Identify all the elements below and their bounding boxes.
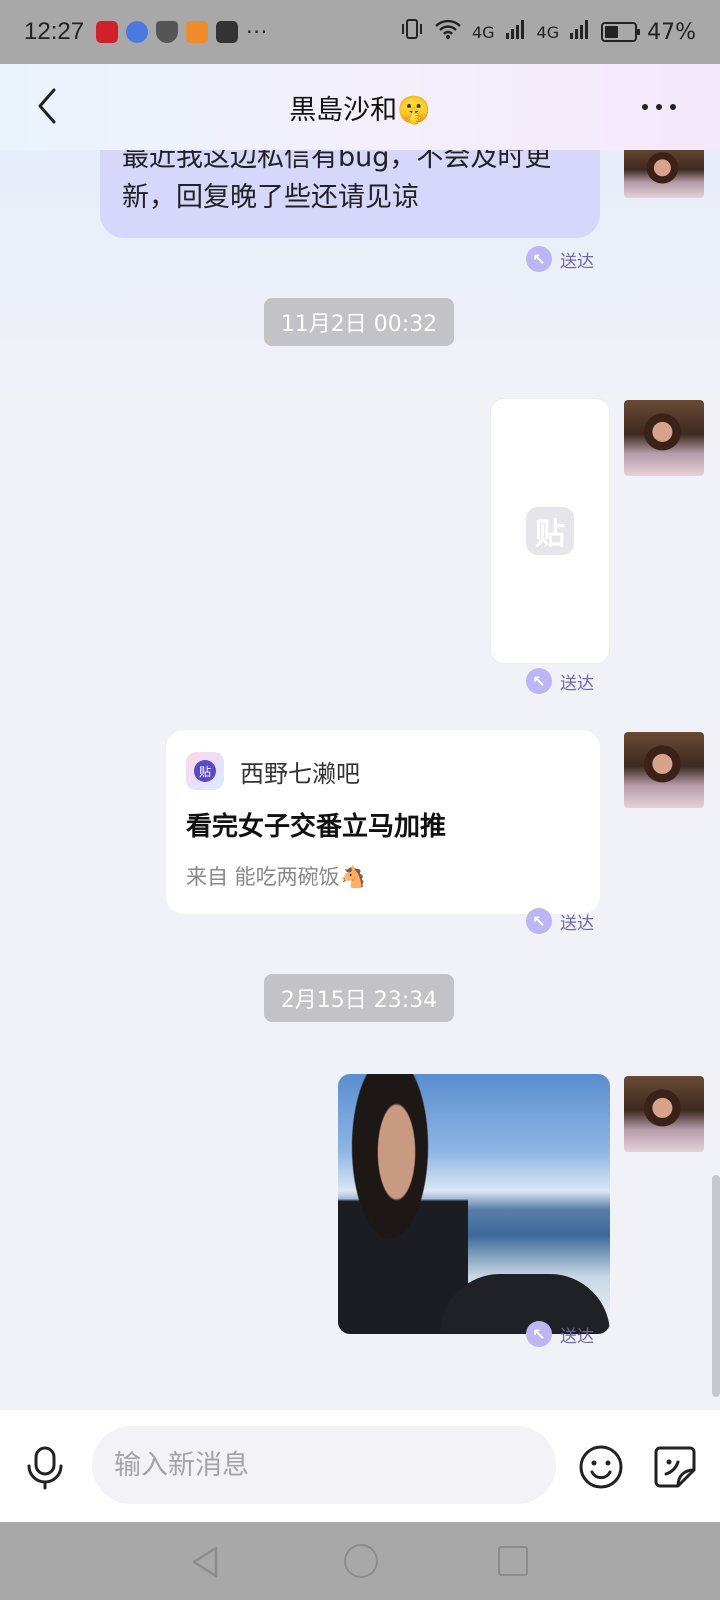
status-time: 12:27: [24, 18, 85, 45]
timestamp-divider: 2月15日 23:34: [264, 974, 454, 1022]
input-bar: [0, 1410, 720, 1522]
delivery-status: ↖ 送达: [526, 1321, 594, 1347]
chat-title: 黒島沙和🤫: [289, 94, 431, 126]
chevron-left-icon: [38, 88, 56, 124]
message-photo[interactable]: [338, 1074, 610, 1334]
voice-input-button[interactable]: [24, 1446, 66, 1490]
delivery-status: ↖ 送达: [526, 908, 594, 934]
dot-icon: [670, 104, 676, 110]
microphone-icon: [27, 1446, 63, 1490]
wifi-icon: [434, 18, 462, 46]
nav-home-button[interactable]: [344, 1544, 378, 1578]
nav-back-button[interactable]: [188, 1544, 222, 1580]
delivery-status-label: 送达: [560, 251, 594, 272]
avatar[interactable]: [624, 400, 704, 476]
delivery-status-label: 送达: [560, 1326, 594, 1347]
dot-icon: [656, 104, 662, 110]
triangle-back-icon: [192, 1546, 218, 1578]
avatar[interactable]: [624, 1076, 704, 1152]
emoji-button[interactable]: [578, 1444, 624, 1490]
shared-post-card[interactable]: 贴 西野七濑吧 看完女子交番立马加推 来自 能吃两碗饭🐴: [166, 730, 600, 914]
sent-arrow-icon: ↖: [526, 246, 552, 272]
mail-icon: [216, 21, 239, 43]
message-list[interactable]: 最近我这边私信有bug，不会及时更 新，回复晚了些还请见谅 ↖ 送达 11月2日…: [0, 150, 720, 1410]
vibrate-icon: [400, 18, 424, 46]
sent-arrow-icon: ↖: [526, 668, 552, 694]
message-sticker[interactable]: 贴: [490, 398, 610, 664]
status-bar: 12:27 ··· 4G 4G 47%: [0, 0, 720, 64]
forum-name: 西野七濑吧: [240, 759, 360, 788]
sticker-icon: [654, 1446, 696, 1488]
smiley-icon: [579, 1445, 623, 1489]
network-type-2: 4G: [536, 22, 560, 42]
video-icon: [186, 21, 209, 43]
avatar[interactable]: [624, 150, 704, 198]
battery-percent: 47%: [647, 19, 696, 45]
network-type-1: 4G: [471, 22, 495, 42]
back-button[interactable]: [28, 84, 68, 128]
more-notifications-icon: ···: [246, 20, 269, 44]
message-text-line: 最近我这边私信有bug，不会及时更: [122, 150, 552, 173]
message-input[interactable]: [92, 1426, 556, 1504]
battery-icon: [601, 22, 641, 42]
delivery-status: ↖ 送达: [526, 668, 594, 694]
shield-icon: [156, 21, 179, 43]
app-red-icon: [96, 21, 119, 43]
music-icon: [126, 21, 149, 43]
timestamp-divider: 11月2日 00:32: [264, 298, 454, 346]
forum-logo-icon: 贴: [186, 752, 224, 790]
chat-header: 黒島沙和🤫: [0, 64, 720, 150]
sticker-button[interactable]: [652, 1444, 698, 1490]
sent-arrow-icon: ↖: [526, 1321, 552, 1347]
message-bubble-text[interactable]: 最近我这边私信有bug，不会及时更 新，回复晚了些还请见谅: [100, 150, 600, 238]
signal-icon: [569, 19, 591, 45]
delivery-status-label: 送达: [560, 913, 594, 934]
nav-recents-button[interactable]: [498, 1546, 528, 1576]
signal-icon: [505, 19, 527, 45]
delivery-status: ↖ 送达: [526, 246, 594, 272]
delivery-status-label: 送达: [560, 673, 594, 694]
more-options-button[interactable]: [642, 94, 686, 120]
post-title: 看完女子交番立马加推: [186, 812, 447, 842]
scrollbar[interactable]: [712, 1175, 720, 1397]
photo-person: [338, 1074, 468, 1334]
dot-icon: [642, 104, 648, 110]
tieba-placeholder-icon: 贴: [526, 507, 574, 556]
post-source: 来自 能吃两碗饭🐴: [186, 865, 366, 889]
message-text-line: 新，回复晚了些还请见谅: [122, 182, 419, 213]
avatar[interactable]: [624, 732, 704, 808]
sent-arrow-icon: ↖: [526, 908, 552, 934]
system-nav-bar: [0, 1522, 720, 1600]
